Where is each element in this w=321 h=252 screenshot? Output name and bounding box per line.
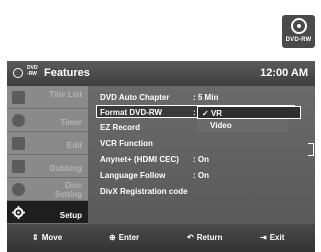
setting-divx-registration-code[interactable]: DivX Registration code — [100, 185, 188, 198]
setting-label: Format DVD-RW — [100, 108, 163, 117]
setting-label: Anynet+ (HDMI CEC) — [100, 155, 179, 164]
setting-vcr-function[interactable]: VCR Function — [100, 137, 153, 150]
sidebar-item-label: Setup — [59, 211, 82, 220]
sidebar-item-label-line2: Setting — [54, 190, 82, 199]
sidebar-item-label: Timer — [60, 118, 82, 127]
return-icon: ↶ — [187, 233, 194, 242]
menu-header: DVD -RW Features 12:00 AM — [7, 61, 315, 86]
setting-ez-record[interactable]: EZ Record — [100, 121, 140, 134]
sidebar-item-disc-setting[interactable]: Disc Setting — [7, 178, 88, 201]
dropdown-option-video[interactable]: Video — [197, 119, 288, 132]
features-menu-screen: DVD -RW Features 12:00 AM Title List Tim… — [7, 61, 315, 252]
clock-display: 12:00 AM — [260, 67, 308, 79]
sidebar-item-dubbing[interactable]: Dubbing — [7, 155, 88, 178]
setting-dvd-auto-chapter[interactable]: DVD Auto Chapter : 5 Min — [100, 91, 218, 104]
timer-icon — [12, 114, 25, 127]
setting-label: EZ Record — [100, 123, 141, 132]
disc-type-label: DVD -RW — [27, 65, 38, 77]
setting-label: VCR Function — [100, 139, 153, 148]
dvd-rw-disc-badge: DVD-RW — [282, 15, 315, 48]
dropdown-option-vr[interactable]: ✓ VR — [197, 106, 301, 119]
dropdown-option-label: Video — [210, 121, 232, 130]
sidebar-item-label: Edit — [66, 141, 82, 150]
sidebar-item-edit[interactable]: Edit — [7, 132, 88, 155]
move-label: Move — [41, 233, 63, 242]
sidebar-item-label: Disc Setting — [55, 181, 82, 199]
setting-language-follow[interactable]: Language Follow : On — [100, 169, 209, 182]
dvd-rw-label: DVD-RW — [285, 37, 312, 43]
enter-label: Enter — [118, 233, 140, 242]
sidebar-item-label: Dubbing — [49, 164, 82, 173]
format-dropdown: ✓ VR Video — [197, 106, 301, 132]
enter-icon: ⊕ — [109, 233, 116, 242]
disc-icon — [290, 18, 307, 34]
setting-value: : 5 Min — [193, 93, 219, 102]
sidebar-item-label: Title List — [49, 90, 82, 99]
exit-hint: ⇥ Exit — [260, 233, 284, 242]
sidebar: Title List Timer Edit Dubbing Disc Setti… — [7, 86, 88, 224]
setup-gear-icon — [12, 206, 25, 219]
sidebar-item-title-list[interactable]: Title List — [7, 86, 88, 109]
enter-hint: ⊕ Enter — [109, 233, 139, 242]
edit-icon — [12, 137, 25, 150]
check-icon: ✓ — [202, 109, 209, 118]
move-hint: ⇕ Move — [32, 233, 62, 242]
title-list-icon — [12, 91, 25, 104]
menu-title: Features — [44, 67, 90, 79]
sidebar-item-timer[interactable]: Timer — [7, 109, 88, 132]
return-hint: ↶ Return — [187, 233, 222, 242]
setting-label: DivX Registration code — [100, 187, 188, 196]
return-label: Return — [196, 233, 223, 242]
disc-type-icon — [13, 68, 23, 78]
disc-setting-icon — [12, 183, 25, 196]
setting-anynet-hdmi-cec[interactable]: Anynet+ (HDMI CEC) : On — [100, 153, 209, 166]
exit-label: Exit — [269, 233, 285, 242]
sidebar-item-label-line1: Disc — [65, 181, 82, 190]
sidebar-item-setup[interactable]: Setup — [7, 201, 88, 224]
move-arrows-icon: ⇕ — [32, 233, 39, 242]
button-guide-footer: ⇕ Move ⊕ Enter ↶ Return ⇥ Exit — [7, 224, 315, 252]
setting-value: : On — [193, 171, 209, 180]
dropdown-option-label: VR — [210, 109, 223, 118]
setting-label: DVD Auto Chapter — [100, 93, 170, 102]
exit-icon: ⇥ — [260, 233, 267, 242]
setting-label: Language Follow — [100, 171, 166, 180]
format-dropdown-edge — [308, 143, 314, 156]
setting-value: : — [193, 108, 196, 117]
dubbing-icon — [12, 160, 25, 173]
disc-type-bottom: -RW — [27, 71, 37, 77]
setting-value: : On — [193, 155, 209, 164]
